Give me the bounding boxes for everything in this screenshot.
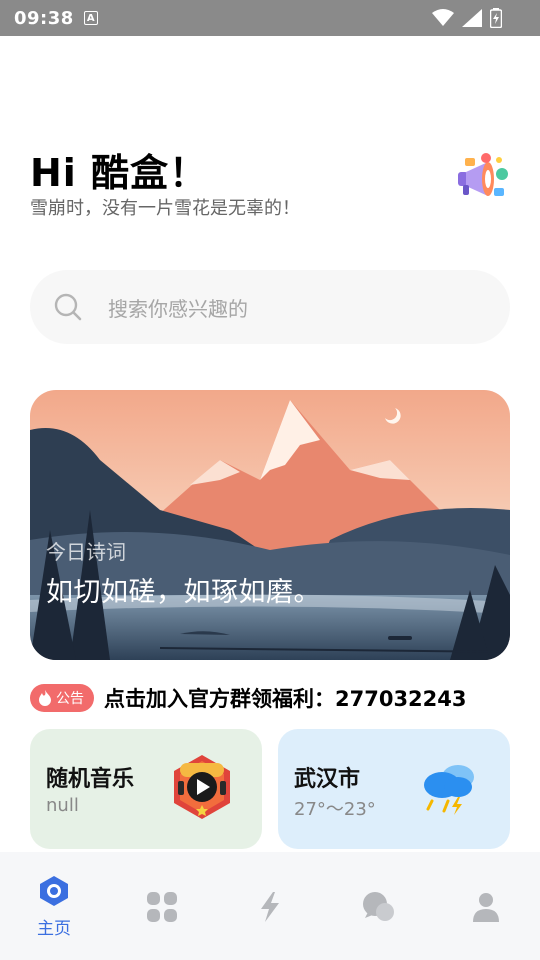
- wifi-icon: [432, 9, 454, 26]
- page-subtitle: 雪崩时，没有一片雪花是无辜的！: [30, 198, 300, 219]
- search-icon: [54, 293, 82, 321]
- home-icon: [40, 876, 68, 906]
- landscape-image: [30, 390, 510, 660]
- megaphone-icon[interactable]: [454, 152, 512, 206]
- apps-icon: [147, 892, 177, 922]
- search-input[interactable]: 搜索你感兴趣的: [30, 270, 510, 344]
- nav-apps[interactable]: [108, 852, 216, 960]
- user-icon: [473, 893, 499, 922]
- announcement-badge-label: 公告: [56, 691, 84, 707]
- status-time: 09:38: [14, 7, 74, 29]
- weather-temperature: 27°～23°: [294, 799, 376, 820]
- nav-chat[interactable]: [324, 852, 432, 960]
- announcement-badge: 公告: [30, 684, 94, 712]
- thunder-rain-icon: [424, 765, 474, 815]
- poem-text: 如切如磋，如琢如磨。: [46, 577, 321, 608]
- music-subtitle: null: [46, 795, 79, 816]
- status-icons: [432, 8, 502, 28]
- daily-poem-card[interactable]: 今日诗词 如切如磋，如琢如磨。: [30, 390, 510, 660]
- page-title: Hi 酷盒！: [30, 151, 209, 195]
- announcement-bar[interactable]: 公告 点击加入官方群领福利：277032243: [30, 683, 467, 713]
- nav-home[interactable]: 主页: [0, 852, 108, 960]
- lightning-icon: [261, 892, 279, 922]
- weather-city: 武汉市: [294, 767, 361, 792]
- music-title: 随机音乐: [46, 767, 135, 792]
- status-bar: 09:38 A: [0, 0, 540, 36]
- signal-icon: [462, 9, 482, 27]
- bottom-navigation: 主页: [0, 852, 540, 960]
- nav-home-label: 主页: [37, 919, 71, 939]
- weather-card[interactable]: 武汉市 27°～23°: [278, 729, 510, 849]
- nav-profile[interactable]: [432, 852, 540, 960]
- flame-icon: [39, 690, 51, 706]
- battery-icon: [490, 8, 502, 28]
- random-music-card[interactable]: 随机音乐 null: [30, 729, 262, 849]
- announcement-text: 点击加入官方群领福利：277032243: [104, 687, 467, 711]
- nav-lightning[interactable]: [216, 852, 324, 960]
- poem-label: 今日诗词: [46, 540, 126, 564]
- keyboard-indicator-icon: A: [83, 11, 98, 25]
- chat-icon: [363, 892, 394, 921]
- search-placeholder: 搜索你感兴趣的: [108, 296, 248, 321]
- music-play-icon: [174, 755, 230, 819]
